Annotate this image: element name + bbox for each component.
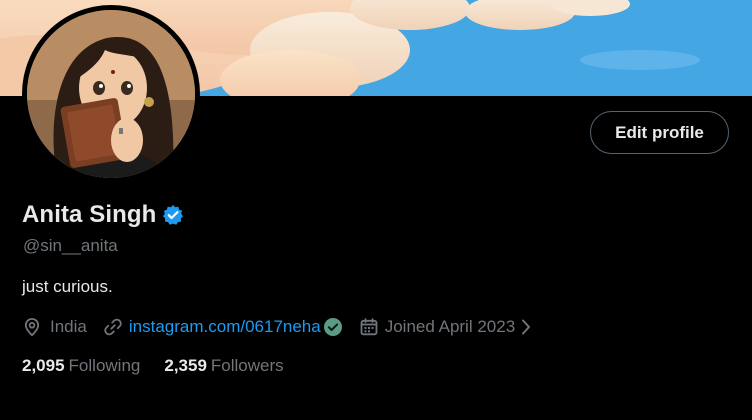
bio-text: just curious. bbox=[22, 277, 113, 296]
followers-count: 2,359 bbox=[164, 356, 207, 375]
calendar-icon bbox=[359, 317, 379, 337]
followers-label: Followers bbox=[210, 356, 284, 375]
avatar-frame[interactable] bbox=[22, 5, 200, 183]
following-stat[interactable]: 2,095 Following bbox=[22, 356, 140, 376]
website-link[interactable]: instagram.com/0617neha bbox=[129, 317, 321, 337]
check-badge-icon bbox=[323, 317, 343, 337]
display-name: Anita Singh bbox=[22, 201, 157, 228]
profile-meta-row: India instagram.com/0617neha Joined Apri… bbox=[22, 316, 532, 338]
name-row: Anita Singh bbox=[22, 201, 184, 229]
user-handle: @sin__anita bbox=[23, 236, 118, 255]
chevron-right-icon[interactable] bbox=[520, 318, 532, 336]
website-item: instagram.com/0617neha bbox=[103, 317, 359, 337]
avatar-illustration bbox=[27, 10, 195, 178]
verified-badge-icon[interactable] bbox=[162, 204, 184, 226]
follow-stats-row: 2,095 Following 2,359 Followers bbox=[22, 356, 284, 376]
following-count: 2,095 bbox=[22, 356, 65, 375]
profile-page: Edit profile Anita Singh @sin__anita jus… bbox=[0, 0, 752, 420]
following-label: Following bbox=[68, 356, 141, 375]
location-text: India bbox=[50, 317, 87, 336]
location-pin-icon bbox=[22, 317, 42, 337]
edit-profile-button[interactable]: Edit profile bbox=[590, 111, 729, 154]
location-item: India bbox=[22, 317, 103, 337]
avatar[interactable] bbox=[27, 10, 195, 178]
link-icon bbox=[103, 317, 123, 337]
followers-stat[interactable]: 2,359 Followers bbox=[164, 356, 283, 376]
joined-date-text: Joined April 2023 bbox=[384, 317, 516, 336]
joined-item[interactable]: Joined April 2023 bbox=[359, 317, 532, 337]
